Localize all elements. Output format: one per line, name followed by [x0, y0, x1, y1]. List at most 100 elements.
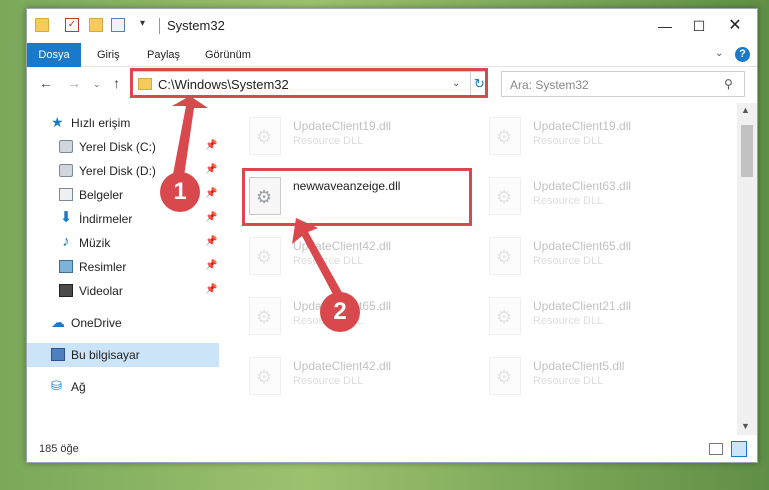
file-item[interactable]: ⚙ UpdateClient21.dll Resource DLL [483, 291, 713, 343]
file-type: Resource DLL [293, 375, 364, 387]
sidebar-item-label: OneDrive [71, 316, 122, 330]
title-separator [159, 18, 160, 34]
new-folder-icon[interactable] [89, 18, 103, 32]
sidebar-item-music[interactable]: ♪ Müzik 📌 [27, 231, 219, 255]
file-item[interactable]: ⚙ UpdateClient42.dll Resource DLL [243, 231, 473, 283]
sidebar-item-label: İndirmeler [79, 212, 133, 226]
pin-icon[interactable]: 📌 [205, 188, 217, 199]
large-icons-view-icon[interactable] [731, 441, 747, 457]
customize-toolbar-dropdown-icon[interactable]: ▾ [140, 18, 145, 29]
cloud-icon: ☁ [51, 314, 65, 330]
sidebar-item-network[interactable]: ⛁ Ağ [27, 375, 219, 399]
pin-icon[interactable]: 📌 [205, 236, 217, 247]
file-name: UpdateClient21.dll [533, 299, 632, 313]
sidebar-item-label: Belgeler [79, 188, 124, 202]
file-name: UpdateClient63.dll [533, 179, 632, 193]
file-item[interactable]: ⚙ UpdateClient63.dll Resource DLL [483, 171, 713, 223]
recent-locations-button[interactable]: ⌄ [93, 79, 101, 90]
expand-ribbon-icon[interactable]: ⌄ [715, 48, 723, 59]
sidebar-item-this-pc[interactable]: Bu bilgisayar [27, 343, 219, 367]
scroll-up-icon[interactable]: ▲ [741, 105, 750, 115]
pin-icon[interactable]: 📌 [205, 260, 217, 271]
file-item[interactable]: ⚙ UpdateClient19.dll Resource DLL [483, 111, 713, 163]
title-bar: ✓ ▾ System32 — ☐ ✕ [27, 9, 757, 43]
dll-file-icon: ⚙ [249, 237, 281, 275]
dll-file-icon: ⚙ [489, 357, 521, 395]
tab-file[interactable]: Dosya [27, 43, 81, 67]
gear-icon: ⚙ [496, 127, 513, 147]
computer-icon [51, 348, 65, 361]
back-button[interactable]: ← [39, 75, 53, 91]
scrollbar-thumb[interactable] [741, 125, 753, 177]
up-button[interactable]: ↑ [113, 75, 120, 91]
tab-home[interactable]: Giriş [87, 43, 130, 67]
file-item[interactable]: ⚙ UpdateClient65.dll Resource DLL [483, 231, 713, 283]
sidebar-item-label: Hızlı erişim [71, 116, 131, 130]
pin-icon[interactable]: 📌 [205, 212, 217, 223]
item-count: 185 öğe [39, 443, 79, 455]
file-type: Resource DLL [533, 255, 604, 267]
file-name: UpdateClient19.dll [533, 119, 632, 133]
search-input[interactable]: Ara: System32 ⚲ [501, 71, 745, 97]
sidebar-item-pictures[interactable]: Resimler 📌 [27, 255, 219, 279]
file-type: Resource DLL [293, 135, 364, 147]
step-2-badge: 2 [320, 292, 360, 332]
maximize-button[interactable]: ☐ [679, 13, 719, 39]
file-item[interactable]: ⚙ UpdateClient5.dll Resource DLL [483, 351, 713, 403]
pin-icon[interactable]: 📌 [205, 140, 217, 151]
file-type: Resource DLL [533, 375, 604, 387]
file-name: UpdateClient5.dll [533, 359, 625, 373]
gear-icon: ⚙ [496, 307, 513, 327]
drive-icon [59, 164, 73, 177]
gear-icon: ⚙ [256, 247, 273, 267]
file-type: Resource DLL [533, 315, 604, 327]
music-icon: ♪ [62, 233, 70, 250]
pin-icon[interactable]: 📌 [205, 284, 217, 295]
sidebar-item-videos[interactable]: Videolar 📌 [27, 279, 219, 303]
forward-button[interactable]: → [67, 75, 81, 91]
pin-icon[interactable]: 📌 [205, 164, 217, 175]
network-icon: ⛁ [51, 378, 62, 393]
sidebar-item-onedrive[interactable]: ☁ OneDrive [27, 311, 219, 335]
details-view-icon[interactable] [709, 443, 723, 455]
sidebar-item-label: Ağ [71, 380, 86, 394]
gear-icon: ⚙ [256, 127, 273, 147]
search-icon[interactable]: ⚲ [724, 77, 733, 91]
window-title: System32 [167, 18, 225, 33]
folder-icon[interactable] [35, 18, 49, 32]
dll-file-icon: ⚙ [489, 297, 521, 335]
dll-file-icon: ⚙ [249, 357, 281, 395]
properties-check-icon[interactable]: ✓ [65, 18, 79, 32]
video-icon [59, 284, 73, 297]
file-type: Resource DLL [533, 195, 604, 207]
vertical-scrollbar[interactable]: ▲ ▼ [737, 103, 757, 435]
gear-icon: ⚙ [256, 307, 273, 327]
gear-icon: ⚙ [256, 367, 273, 387]
close-button[interactable]: ✕ [715, 13, 755, 39]
tab-share[interactable]: Paylaş [137, 43, 190, 67]
navigation-pane: ★ Hızlı erişim Yerel Disk (C:) 📌 Yerel D… [27, 103, 227, 433]
sidebar-item-local-disk-c[interactable]: Yerel Disk (C:) 📌 [27, 135, 219, 159]
dll-file-icon: ⚙ [489, 177, 521, 215]
file-item[interactable]: ⚙ UpdateClient19.dll Resource DLL [243, 111, 473, 163]
gear-icon: ⚙ [496, 367, 513, 387]
sidebar-item-label: Müzik [79, 236, 111, 250]
sidebar-item-downloads[interactable]: ⬇ İndirmeler 📌 [27, 207, 219, 231]
file-type: Resource DLL [293, 255, 364, 267]
drive-icon [59, 140, 73, 153]
gear-icon: ⚙ [496, 247, 513, 267]
step-1-badge: 1 [160, 172, 200, 212]
scroll-down-icon[interactable]: ▼ [741, 421, 750, 431]
file-item[interactable]: ⚙ UpdateClient42.dll Resource DLL [243, 351, 473, 403]
sidebar-item-label: Resimler [79, 260, 127, 274]
rename-icon[interactable] [111, 18, 125, 32]
tab-view[interactable]: Görünüm [195, 43, 261, 67]
gear-icon: ⚙ [496, 187, 513, 207]
address-bar-highlight [130, 68, 488, 98]
file-highlight [242, 168, 472, 226]
dll-file-icon: ⚙ [249, 117, 281, 155]
dll-file-icon: ⚙ [249, 297, 281, 335]
sidebar-item-quick-access[interactable]: ★ Hızlı erişim [27, 111, 219, 135]
dll-file-icon: ⚙ [489, 237, 521, 275]
help-icon[interactable]: ? [735, 47, 750, 62]
